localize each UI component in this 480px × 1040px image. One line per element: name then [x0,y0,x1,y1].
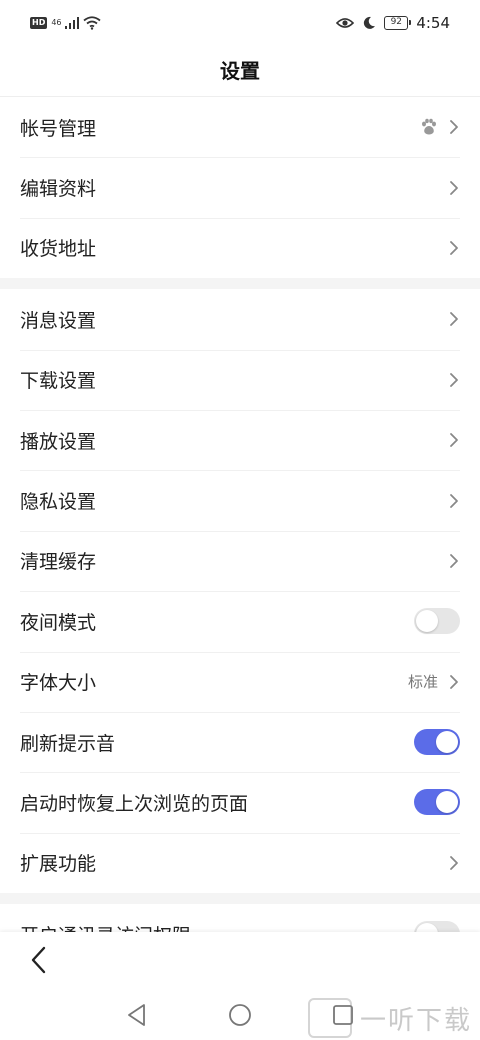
eye-icon [336,18,355,28]
settings-row-label: 编辑资料 [20,178,97,201]
settings-row-label: 帐号管理 [20,117,97,140]
status-bar: HD 46 92 4:54 [0,0,480,56]
settings-row[interactable]: 开启通讯录访问权限 [0,904,480,932]
network-type: 46 [51,18,62,27]
settings-row-label: 播放设置 [20,430,97,453]
toggle-switch[interactable] [414,789,460,816]
settings-row[interactable]: 夜间模式 [0,591,480,651]
settings-row[interactable]: 隐私设置 [0,470,480,530]
toggle-switch[interactable] [414,729,460,756]
settings-row[interactable]: 扩展功能 [0,832,480,893]
chevron-right-icon [450,855,458,870]
chevron-right-icon [450,372,458,387]
chevron-right-icon [450,241,458,255]
toggle-knob [416,923,438,932]
settings-row-label: 启动时恢复上次浏览的页面 [20,792,249,815]
chevron-right-icon [450,180,458,195]
settings-row[interactable]: 下载设置 [0,349,480,410]
signal-icon [65,17,80,29]
settings-row[interactable]: 播放设置 [0,409,480,470]
settings-row-accessory [448,371,460,389]
watermark-text: 一听下载 [359,1005,472,1036]
page-header: 设置 [0,56,480,96]
toggle-switch[interactable] [414,608,460,635]
chevron-right-icon [450,554,458,568]
settings-row[interactable]: 清理缓存 [0,530,480,591]
chevron-right-icon [450,493,458,508]
system-nav-bar: 一听下载 [0,990,480,1040]
hd-badge: HD [30,17,48,29]
toggle-knob [436,731,458,754]
wifi-icon [83,16,101,30]
moon-icon [364,16,376,29]
settings-row-accessory [448,179,460,197]
settings-row-label: 消息设置 [20,309,97,332]
settings-row-accessory [448,854,460,872]
watermark-logo [307,998,352,1038]
chevron-right-icon [450,674,458,689]
settings-list: 帐号管理编辑资料收货地址消息设置下载设置播放设置隐私设置清理缓存夜间模式字体大小… [0,97,480,932]
settings-row-accessory [414,608,460,635]
settings-row-label: 收货地址 [20,238,97,261]
settings-row-accessory [414,789,460,816]
settings-row-label: 字体大小 [20,672,97,695]
toggle-knob [416,610,438,633]
settings-row[interactable]: 帐号管理 [0,97,480,157]
back-arrow-icon[interactable] [26,944,52,976]
settings-row-label: 夜间模式 [20,611,97,634]
chevron-right-icon [450,433,458,448]
settings-row-label: 隐私设置 [20,491,97,514]
paw-icon [422,118,436,135]
settings-row-accessory [414,729,460,756]
settings-row[interactable]: 收货地址 [0,217,480,278]
settings-row[interactable]: 字体大小 标准 [0,651,480,712]
settings-row-label: 刷新提示音 [20,732,116,755]
settings-row-accessory [448,310,460,328]
section-divider [0,278,480,290]
bottom-toolbar [0,932,480,990]
watermark: 一听下载 [307,998,472,1038]
chevron-right-icon [450,312,458,327]
nav-back-icon[interactable] [124,1002,150,1028]
page-title: 设置 [220,59,260,83]
status-right: 92 4:54 [336,14,450,32]
toggle-switch[interactable] [414,921,460,932]
section-divider [0,893,480,905]
settings-section: 消息设置下载设置播放设置隐私设置清理缓存夜间模式字体大小 标准刷新提示音启动时恢复… [0,289,480,894]
settings-row-accessory [448,552,460,570]
settings-row-accessory [414,921,460,932]
settings-section: 帐号管理编辑资料收货地址 [0,97,480,279]
chevron-right-icon [450,120,458,135]
settings-row[interactable]: 消息设置 [0,289,480,349]
settings-row[interactable]: 启动时恢复上次浏览的页面 [0,772,480,832]
settings-row-label: 清理缓存 [20,551,97,574]
settings-row-accessory [448,492,460,510]
settings-section: 开启通讯录访问权限 [0,904,480,932]
status-left: HD 46 [30,16,101,30]
clock: 4:54 [416,14,450,32]
settings-row-label: 开启通讯录访问权限 [20,921,414,932]
settings-row-label: 下载设置 [20,370,97,393]
settings-row-accessory [420,118,460,136]
battery-indicator: 92 [384,16,412,30]
settings-row[interactable]: 编辑资料 [0,157,480,217]
settings-row-accessory: 标准 [408,671,460,692]
settings-row-label: 扩展功能 [20,853,97,876]
toggle-knob [436,791,458,814]
nav-home-icon[interactable] [227,1002,253,1028]
settings-row-value: 标准 [407,673,438,692]
settings-row[interactable]: 刷新提示音 [0,711,480,772]
settings-row-accessory [448,431,460,449]
settings-row-accessory [448,239,460,257]
